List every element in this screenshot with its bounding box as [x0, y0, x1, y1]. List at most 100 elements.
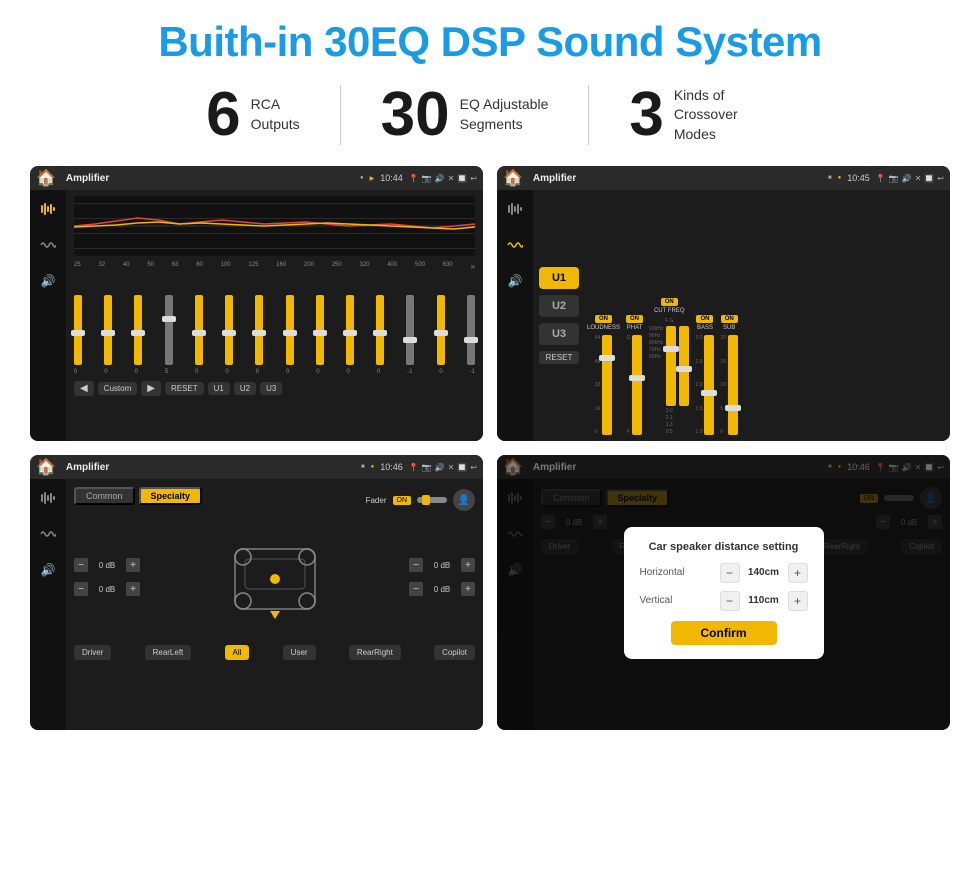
eq-slider-0[interactable]: [74, 295, 82, 365]
vertical-plus-btn[interactable]: +: [788, 591, 808, 611]
stat-eq-number: 30: [381, 84, 450, 146]
rearright-btn[interactable]: RearRight: [349, 645, 401, 660]
vol-plus-btn-1[interactable]: +: [126, 558, 140, 572]
crossover-topbar-title: Amplifier: [66, 462, 355, 473]
vol-plus-btn-3[interactable]: +: [461, 558, 475, 572]
home-icon[interactable]: 🏠: [36, 168, 56, 188]
crossover-home-icon[interactable]: 🏠: [36, 457, 56, 477]
fader-slider-track[interactable]: [417, 497, 447, 503]
cutfreq-track2[interactable]: [679, 326, 689, 406]
u2-btn[interactable]: U2: [539, 295, 579, 317]
mixer-sidebar-eq-icon[interactable]: [504, 198, 526, 220]
eq-slider-5[interactable]: [225, 295, 233, 365]
bass-track[interactable]: [704, 335, 714, 435]
copilot-btn[interactable]: Copilot: [434, 645, 475, 660]
horizontal-minus-btn[interactable]: −: [720, 563, 740, 583]
close-icon[interactable]: ✕: [448, 174, 455, 183]
mixer-topbar-icons: 📍 📷 🔊 ✕ 🔲 ↩: [876, 174, 944, 183]
cutfreq-track1[interactable]: [666, 326, 676, 406]
vol-minus-btn-3[interactable]: −: [409, 558, 423, 572]
user-btn[interactable]: User: [283, 645, 316, 660]
mixer-sidebar-wave-icon[interactable]: [504, 234, 526, 256]
eq-sidebar-eq-icon[interactable]: [37, 198, 59, 220]
eq-slider-1[interactable]: [104, 295, 112, 365]
crossover-sidebar-eq-icon[interactable]: [37, 487, 59, 509]
crossover-close-icon[interactable]: ✕: [448, 463, 455, 472]
phat-on-btn[interactable]: ON: [626, 315, 643, 323]
eq-sidebar-speaker-icon[interactable]: 🔊: [37, 270, 59, 292]
loudness-on-btn[interactable]: ON: [595, 315, 612, 323]
eq-screen-card: 🏠 Amplifier ● ▶ 10:44 📍 📷 🔊 ✕ 🔲 ↩: [30, 166, 483, 441]
mixer-back-icon[interactable]: ↩: [937, 174, 944, 183]
volume-icon: 🔊: [435, 174, 445, 183]
crossover-body: − 0 dB + − 0 dB +: [74, 519, 475, 639]
u1-btn[interactable]: U1: [539, 267, 579, 289]
back-icon[interactable]: ↩: [470, 174, 477, 183]
mixer-reset-btn[interactable]: RESET: [539, 351, 579, 364]
sub-on-btn[interactable]: ON: [721, 315, 738, 323]
phat-track[interactable]: [632, 335, 642, 435]
eq-slider-8[interactable]: [316, 295, 324, 365]
crossover-window-icon[interactable]: 🔲: [457, 463, 467, 472]
sub-track[interactable]: [728, 335, 738, 435]
mixer-close-icon[interactable]: ✕: [915, 174, 922, 183]
eq-slider-11[interactable]: [406, 295, 414, 365]
crossover-sidebar-wave-icon[interactable]: [37, 523, 59, 545]
rearleft-btn[interactable]: RearLeft: [145, 645, 192, 660]
confirm-button[interactable]: Confirm: [671, 621, 777, 645]
specialty-tab[interactable]: Specialty: [139, 487, 203, 505]
crossover-screen-card: 🏠 Amplifier ■ ● 10:46 📍 📷 🔊 ✕ 🔲 ↩: [30, 455, 483, 730]
vol-plus-btn-2[interactable]: +: [126, 582, 140, 596]
crossover-sidebar-speaker-icon[interactable]: 🔊: [37, 559, 59, 581]
eq-slider-12[interactable]: [437, 295, 445, 365]
vol-minus-btn-4[interactable]: −: [409, 582, 423, 596]
mixer-sidebar-speaker-icon[interactable]: 🔊: [504, 270, 526, 292]
stat-crossover: 3 Kinds ofCrossover Modes: [589, 84, 813, 146]
profile-icon[interactable]: 👤: [453, 489, 475, 511]
eq-slider-3[interactable]: [165, 295, 173, 365]
eq-topbar-icons: 📍 📷 🔊 ✕ 🔲 ↩: [409, 174, 477, 183]
eq-slider-10[interactable]: [376, 295, 384, 365]
fader-on-badge[interactable]: ON: [393, 496, 412, 505]
eq-slider-6[interactable]: [255, 295, 263, 365]
eq-next-btn[interactable]: ▶: [141, 381, 161, 396]
eq-slider-7[interactable]: [286, 295, 294, 365]
loudness-label: LOUDNESS: [587, 325, 620, 331]
eq-slider-2[interactable]: [134, 295, 142, 365]
driver-btn[interactable]: Driver: [74, 645, 111, 660]
mixer-time: 10:45: [847, 173, 870, 183]
u3-btn[interactable]: U3: [539, 323, 579, 345]
mixer-home-icon[interactable]: 🏠: [503, 168, 523, 188]
vertical-minus-btn[interactable]: −: [720, 591, 740, 611]
eq-reset-btn[interactable]: RESET: [165, 382, 204, 395]
u-buttons-col: U1 U2 U3 RESET: [539, 196, 579, 435]
bass-row: 3.0 2.5 2.0 1.5 1.0: [695, 335, 714, 435]
mixer-window-icon[interactable]: 🔲: [924, 174, 934, 183]
all-btn[interactable]: All: [225, 645, 250, 660]
common-tab[interactable]: Common: [74, 487, 135, 505]
horizontal-plus-btn[interactable]: +: [788, 563, 808, 583]
vol-minus-btn-1[interactable]: −: [74, 558, 88, 572]
eq-slider-4[interactable]: [195, 295, 203, 365]
vertical-value: 110cm: [744, 595, 784, 606]
crossover-camera-icon: 📷: [422, 463, 432, 472]
cutfreq-col: ON CUT FREQ F G 100Hz 90Hz 80kHz 70Hz: [649, 298, 689, 435]
cutfreq-on-btn[interactable]: ON: [661, 298, 678, 306]
eq-u2-btn[interactable]: U2: [234, 382, 256, 395]
vol-plus-btn-4[interactable]: +: [461, 582, 475, 596]
loudness-thumb: [599, 355, 615, 361]
horizontal-setting-row: Horizontal − 140cm +: [640, 563, 808, 583]
vol-minus-btn-2[interactable]: −: [74, 582, 88, 596]
eq-u3-btn[interactable]: U3: [260, 382, 282, 395]
loudness-track[interactable]: [602, 335, 612, 435]
eq-u1-btn[interactable]: U1: [208, 382, 230, 395]
window-icon[interactable]: 🔲: [457, 174, 467, 183]
eq-sidebar-wave-icon[interactable]: [37, 234, 59, 256]
eq-prev-btn[interactable]: ◀: [74, 381, 94, 396]
vol-row-top-left: − 0 dB +: [74, 558, 140, 572]
eq-slider-13[interactable]: [467, 295, 475, 365]
bass-on-btn[interactable]: ON: [696, 315, 713, 323]
crossover-back-icon[interactable]: ↩: [470, 463, 477, 472]
eq-slider-9[interactable]: [346, 295, 354, 365]
eq-custom-btn[interactable]: Custom: [98, 382, 138, 395]
